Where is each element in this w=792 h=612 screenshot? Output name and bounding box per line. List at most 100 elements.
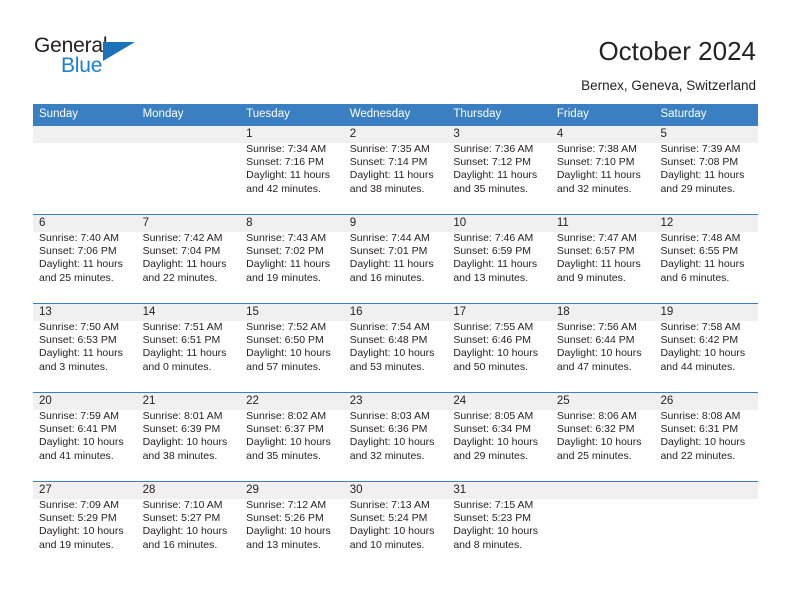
day-number: 20	[39, 395, 52, 407]
sunset-text: Sunset: 6:37 PM	[246, 423, 324, 436]
daylight-text-line1: Daylight: 11 hours	[453, 258, 538, 271]
weekday-header-friday: Friday	[556, 108, 589, 120]
day-cell[interactable]: 3 Sunrise: 7:36 AM Sunset: 7:12 PM Dayli…	[447, 126, 551, 214]
daylight-text-line2: and 32 minutes.	[556, 182, 632, 195]
daylight-text-line1: Daylight: 10 hours	[453, 525, 538, 538]
calendar-week-row: 27 Sunrise: 7:09 AM Sunset: 5:29 PM Dayl…	[33, 481, 758, 570]
sunrise-text: Sunrise: 7:43 AM	[246, 232, 327, 244]
sunset-text: Sunset: 6:39 PM	[142, 423, 221, 436]
daylight-text-line1: Daylight: 10 hours	[349, 347, 435, 360]
sunset-text: Sunset: 5:26 PM	[246, 512, 324, 525]
day-cell[interactable]: 15 Sunrise: 7:52 AM Sunset: 6:50 PM Dayl…	[240, 304, 344, 392]
day-cell[interactable]: 12 Sunrise: 7:48 AM Sunset: 6:55 PM Dayl…	[654, 215, 758, 303]
day-number: 7	[142, 217, 149, 229]
daylight-text-line2: and 13 minutes.	[453, 271, 529, 284]
day-cell[interactable]: 2 Sunrise: 7:35 AM Sunset: 7:14 PM Dayli…	[344, 126, 448, 214]
day-cell[interactable]: 28 Sunrise: 7:10 AM Sunset: 5:27 PM Dayl…	[137, 482, 241, 570]
daylight-text-line1: Daylight: 11 hours	[556, 169, 641, 182]
sunrise-text: Sunrise: 7:46 AM	[453, 232, 534, 244]
daylight-text-line1: Daylight: 11 hours	[39, 258, 123, 271]
sunrise-text: Sunrise: 7:56 AM	[556, 321, 637, 333]
daylight-text-line2: and 3 minutes.	[39, 360, 108, 373]
day-cell[interactable]: 25 Sunrise: 8:06 AM Sunset: 6:32 PM Dayl…	[551, 393, 655, 481]
daylight-text-line2: and 29 minutes.	[660, 182, 736, 195]
daylight-text-line1: Daylight: 10 hours	[349, 436, 435, 449]
sunset-text: Sunset: 5:29 PM	[39, 512, 117, 525]
day-cell[interactable]: 23 Sunrise: 8:03 AM Sunset: 6:36 PM Dayl…	[344, 393, 448, 481]
daylight-text-line2: and 10 minutes.	[349, 538, 425, 551]
day-cell[interactable]: 31 Sunrise: 7:15 AM Sunset: 5:23 PM Dayl…	[447, 482, 551, 570]
sunrise-text: Sunrise: 7:47 AM	[556, 232, 637, 244]
day-cell[interactable]: 8 Sunrise: 7:43 AM Sunset: 7:02 PM Dayli…	[240, 215, 344, 303]
sunrise-text: Sunrise: 7:36 AM	[453, 143, 534, 155]
day-number: 29	[246, 484, 259, 496]
daylight-text-line2: and 13 minutes.	[246, 538, 321, 551]
daylight-text-line2: and 8 minutes.	[453, 538, 523, 551]
daylight-text-line1: Daylight: 10 hours	[246, 347, 331, 360]
daylight-text-line2: and 44 minutes.	[660, 360, 736, 373]
day-number: 12	[660, 217, 674, 229]
daylight-text-line1: Daylight: 10 hours	[453, 347, 538, 360]
daylight-text-line1: Daylight: 11 hours	[660, 169, 745, 182]
day-cell[interactable]: 21 Sunrise: 8:01 AM Sunset: 6:39 PM Dayl…	[137, 393, 241, 481]
day-number: 10	[453, 217, 467, 229]
day-cell[interactable]	[33, 126, 137, 214]
daylight-text-line1: Daylight: 11 hours	[142, 347, 227, 360]
day-cell[interactable]: 6 Sunrise: 7:40 AM Sunset: 7:06 PM Dayli…	[33, 215, 137, 303]
day-cell[interactable]	[137, 126, 241, 214]
day-cell[interactable]: 5 Sunrise: 7:39 AM Sunset: 7:08 PM Dayli…	[654, 126, 758, 214]
day-cell[interactable]: 19 Sunrise: 7:58 AM Sunset: 6:42 PM Dayl…	[654, 304, 758, 392]
day-cell[interactable]: 30 Sunrise: 7:13 AM Sunset: 5:24 PM Dayl…	[344, 482, 448, 570]
logo-triangle-icon	[103, 42, 135, 61]
daylight-text-line1: Daylight: 10 hours	[246, 436, 331, 449]
day-number: 13	[39, 306, 52, 318]
day-number: 26	[660, 395, 674, 407]
sunrise-text: Sunrise: 7:48 AM	[660, 232, 741, 244]
day-cell[interactable]: 29 Sunrise: 7:12 AM Sunset: 5:26 PM Dayl…	[240, 482, 344, 570]
sunset-text: Sunset: 6:31 PM	[660, 423, 739, 436]
sunrise-text: Sunrise: 7:50 AM	[39, 321, 119, 333]
daylight-text-line1: Daylight: 11 hours	[660, 258, 745, 271]
day-cell[interactable]: 14 Sunrise: 7:51 AM Sunset: 6:51 PM Dayl…	[137, 304, 241, 392]
day-cell[interactable]: 18 Sunrise: 7:56 AM Sunset: 6:44 PM Dayl…	[551, 304, 655, 392]
sunrise-text: Sunrise: 8:01 AM	[142, 410, 223, 422]
day-cell[interactable]: 16 Sunrise: 7:54 AM Sunset: 6:48 PM Dayl…	[344, 304, 448, 392]
calendar-week-row: 13 Sunrise: 7:50 AM Sunset: 6:53 PM Dayl…	[33, 303, 758, 392]
day-cell[interactable]: 9 Sunrise: 7:44 AM Sunset: 7:01 PM Dayli…	[344, 215, 448, 303]
sunrise-text: Sunrise: 7:51 AM	[142, 321, 223, 333]
sunrise-text: Sunrise: 7:13 AM	[349, 499, 430, 511]
day-cell[interactable]: 27 Sunrise: 7:09 AM Sunset: 5:29 PM Dayl…	[33, 482, 137, 570]
day-cell[interactable]	[654, 482, 758, 570]
page-subtitle-location: Bernex, Geneva, Switzerland	[581, 78, 756, 93]
day-cell[interactable]	[551, 482, 655, 570]
daylight-text-line2: and 29 minutes.	[453, 449, 529, 462]
day-number: 28	[142, 484, 156, 496]
sunset-text: Sunset: 6:53 PM	[39, 334, 117, 347]
weekday-header-sunday: Sunday	[39, 108, 79, 120]
weekday-header-wednesday: Wednesday	[349, 108, 411, 120]
weekday-header-thursday: Thursday	[453, 108, 502, 120]
day-cell[interactable]: 13 Sunrise: 7:50 AM Sunset: 6:53 PM Dayl…	[33, 304, 137, 392]
daylight-text-line1: Daylight: 10 hours	[142, 436, 228, 449]
daylight-text-line1: Daylight: 11 hours	[453, 169, 538, 182]
sunrise-text: Sunrise: 7:10 AM	[142, 499, 223, 511]
day-cell[interactable]: 10 Sunrise: 7:46 AM Sunset: 6:59 PM Dayl…	[447, 215, 551, 303]
day-cell[interactable]: 22 Sunrise: 8:02 AM Sunset: 6:37 PM Dayl…	[240, 393, 344, 481]
sunrise-text: Sunrise: 7:55 AM	[453, 321, 534, 333]
calendar-page: General Blue October 2024 Bernex, Geneva…	[0, 0, 792, 612]
daylight-text-line1: Daylight: 10 hours	[660, 436, 746, 449]
day-cell[interactable]: 4 Sunrise: 7:38 AM Sunset: 7:10 PM Dayli…	[551, 126, 655, 214]
day-cell[interactable]: 20 Sunrise: 7:59 AM Sunset: 6:41 PM Dayl…	[33, 393, 137, 481]
day-cell[interactable]: 11 Sunrise: 7:47 AM Sunset: 6:57 PM Dayl…	[551, 215, 655, 303]
day-cell[interactable]: 1 Sunrise: 7:34 AM Sunset: 7:16 PM Dayli…	[240, 126, 344, 214]
day-cell[interactable]: 7 Sunrise: 7:42 AM Sunset: 7:04 PM Dayli…	[137, 215, 241, 303]
day-number: 21	[142, 395, 156, 407]
day-cell[interactable]: 26 Sunrise: 8:08 AM Sunset: 6:31 PM Dayl…	[654, 393, 758, 481]
day-cell[interactable]: 24 Sunrise: 8:05 AM Sunset: 6:34 PM Dayl…	[447, 393, 551, 481]
day-number: 18	[556, 306, 570, 318]
daylight-text-line2: and 19 minutes.	[39, 538, 114, 551]
day-cell[interactable]: 17 Sunrise: 7:55 AM Sunset: 6:46 PM Dayl…	[447, 304, 551, 392]
sunset-text: Sunset: 7:14 PM	[349, 156, 428, 169]
day-number: 17	[453, 306, 467, 318]
sunrise-text: Sunrise: 7:35 AM	[349, 143, 430, 155]
